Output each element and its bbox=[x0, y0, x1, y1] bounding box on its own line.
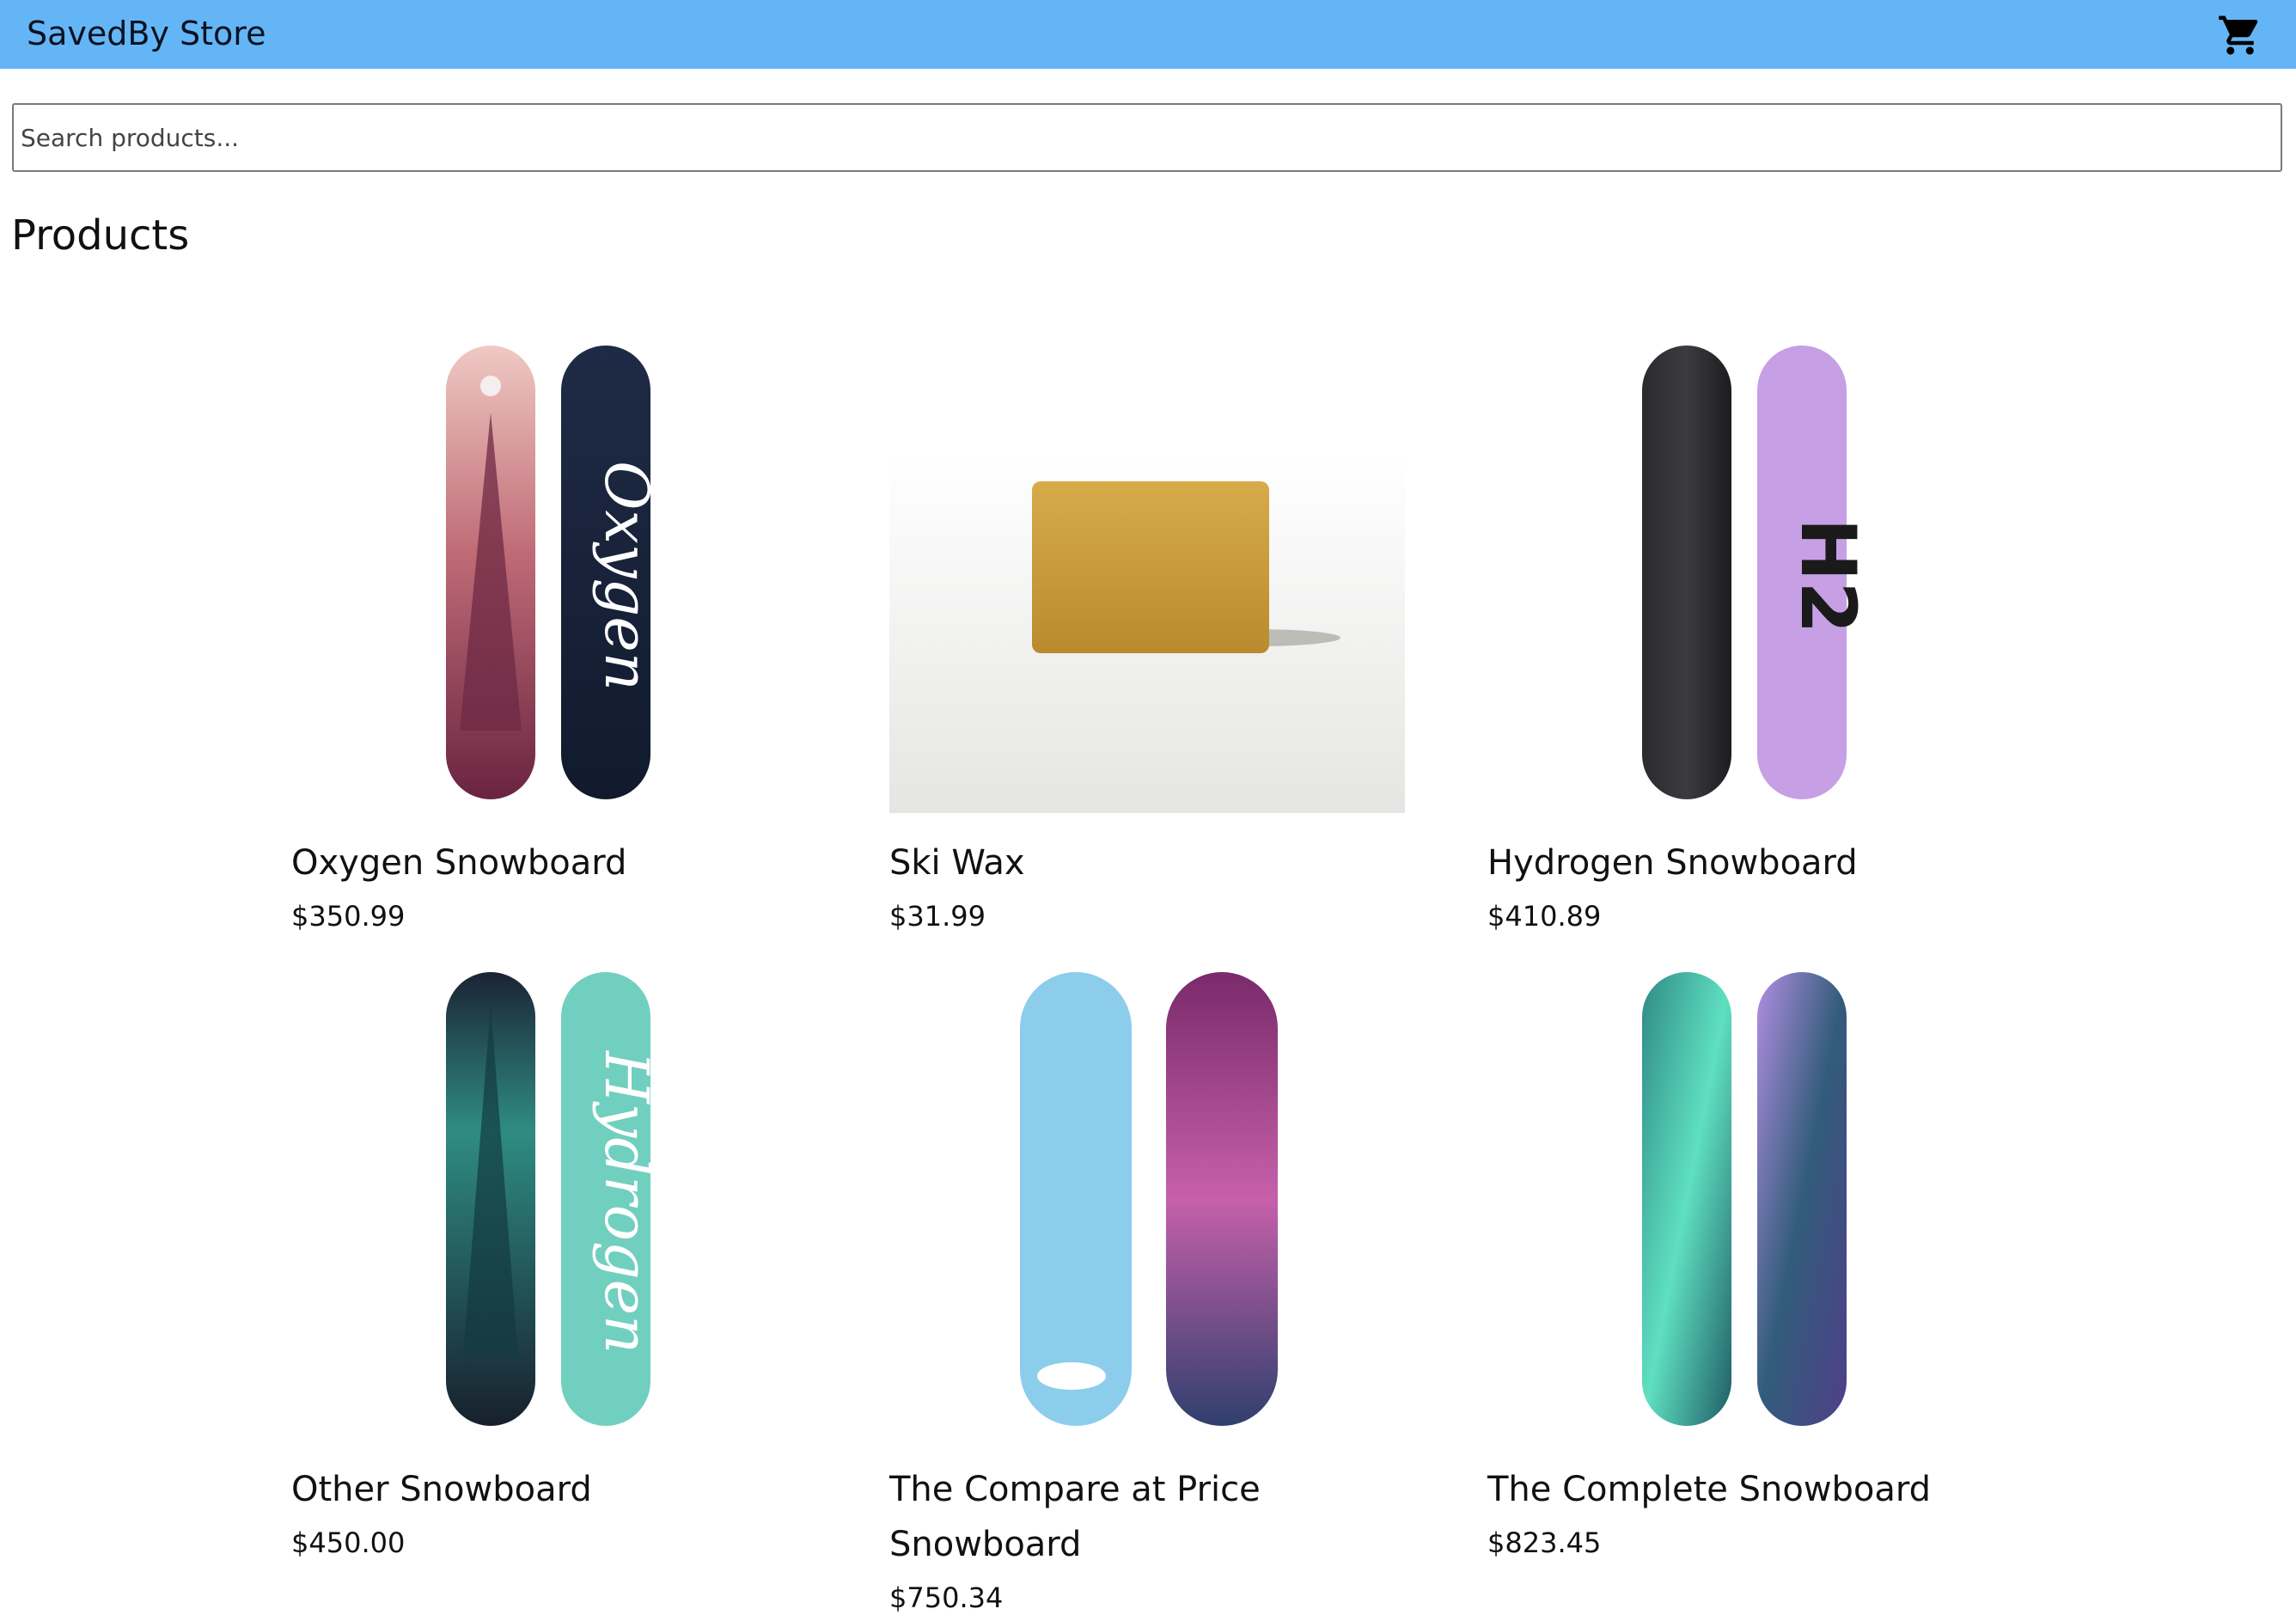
svg-text:H2: H2 bbox=[1784, 518, 1872, 634]
product-name[interactable]: Other Snowboard bbox=[291, 1462, 824, 1517]
snowboard-pair-complete-image bbox=[1642, 972, 1847, 1426]
product-price: $31.99 bbox=[889, 900, 986, 933]
snowboard-pair-compare-image bbox=[1020, 972, 1278, 1426]
product-price: $350.99 bbox=[291, 900, 406, 933]
product-price: $450.00 bbox=[291, 1526, 406, 1559]
product-name[interactable]: The Compare at Price Snowboard bbox=[889, 1462, 1422, 1572]
product-name[interactable]: Ski Wax bbox=[889, 835, 1422, 890]
svg-text:Oxygen: Oxygen bbox=[591, 461, 662, 691]
product-name[interactable]: The Complete Snowboard bbox=[1487, 1462, 2020, 1517]
svg-text:Hydrogen: Hydrogen bbox=[591, 1049, 662, 1354]
snowboard-pair-hydrogen-image: H2 bbox=[1642, 346, 1872, 799]
snowboard-pair-other-image: Hydrogen bbox=[446, 972, 662, 1426]
product-price: $823.45 bbox=[1487, 1526, 1602, 1559]
ski-wax-image bbox=[889, 456, 1405, 813]
snowboard-pair-oxygen-image: Oxygen bbox=[446, 346, 662, 799]
product-grid: Oxygen Oxygen Snowboard $350.99 Ski Wax … bbox=[0, 0, 2296, 1614]
product-price: $750.34 bbox=[889, 1581, 1004, 1614]
product-name[interactable]: Oxygen Snowboard bbox=[291, 835, 824, 890]
product-price: $410.89 bbox=[1487, 900, 1602, 933]
product-name[interactable]: Hydrogen Snowboard bbox=[1487, 835, 2020, 890]
